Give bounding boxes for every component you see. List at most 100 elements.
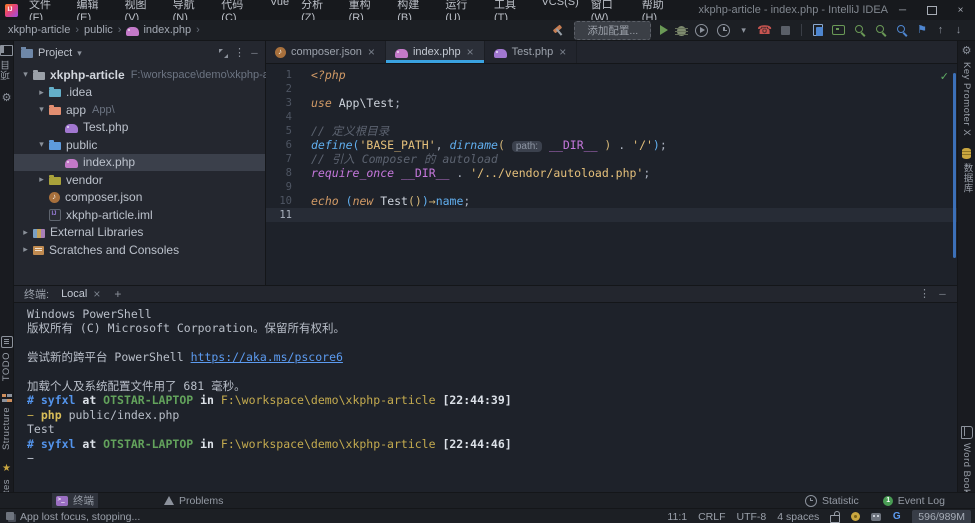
close-icon[interactable]	[92, 288, 101, 301]
code-editor[interactable]: composer.jsonindex.phpTest.php 1<?php23u…	[266, 41, 957, 285]
breadcrumb-item[interactable]: public	[84, 24, 113, 36]
panel-options-icon[interactable]	[234, 47, 245, 60]
line-separator[interactable]: CRLF	[698, 511, 725, 523]
caret-down-icon[interactable]	[739, 24, 748, 37]
tool-stripe-button[interactable]: Structure	[1, 393, 12, 450]
code-token: name	[436, 194, 464, 208]
maximize-button[interactable]	[917, 0, 946, 20]
status-message: App lost focus, stopping...	[20, 511, 140, 523]
code-token: 'BASE_PATH'	[359, 138, 435, 152]
terminal-line: 加载个人及系统配置文件用了 681 毫秒。	[27, 379, 957, 393]
new-terminal-icon[interactable]	[113, 288, 122, 301]
chevron-icon[interactable]: ▾	[36, 104, 47, 115]
code-text: <?php	[311, 68, 346, 82]
line-number: 10	[266, 194, 292, 208]
terminal-output[interactable]: Windows PowerShell版权所有 (C) Microsoft Cor…	[14, 303, 957, 465]
run-config-button[interactable]: 添加配置...	[574, 21, 651, 40]
minimize-button[interactable]: ─	[888, 0, 917, 20]
terminal-options-icon[interactable]	[919, 288, 930, 301]
right-stripe-bottom: Word Book	[958, 426, 975, 494]
stop-icon[interactable]	[781, 26, 790, 35]
tool-stripe-button[interactable]: 数据库	[960, 148, 974, 193]
chevron-icon[interactable]: ▸	[36, 174, 47, 185]
navigation-bar: xkphp-article›public›index.php› 添加配置...	[0, 20, 975, 41]
coverage-icon[interactable]	[695, 24, 708, 37]
hide-panel-icon[interactable]	[250, 47, 259, 60]
chevron-icon[interactable]: ▸	[20, 244, 31, 255]
memory-indicator[interactable]: 596/989M	[912, 510, 971, 523]
search-green-icon[interactable]	[854, 24, 866, 36]
tree-item[interactable]: ▾appApp\	[14, 101, 265, 119]
tree-item[interactable]: ▾xkphp-articleF:\workspace\demo\xkphp-ar…	[14, 66, 265, 84]
tool-stripe-button[interactable]: Key Promoter X	[961, 45, 972, 136]
hammer-icon[interactable]	[552, 24, 565, 37]
close-icon[interactable]	[558, 46, 567, 59]
tree-item[interactable]: Test.php	[14, 119, 265, 137]
close-icon[interactable]	[466, 46, 475, 59]
down-arrow-icon[interactable]	[954, 24, 963, 37]
tree-item[interactable]: composer.json	[14, 189, 265, 207]
disconnect-icon[interactable]	[757, 24, 772, 37]
editor-tab[interactable]: composer.json	[266, 41, 386, 63]
tool-stripe-button[interactable]: Word Book	[961, 426, 973, 494]
notification-icon[interactable]	[851, 512, 860, 521]
breadcrumb-item[interactable]: index.php	[126, 24, 191, 36]
tree-item[interactable]: ▸External Libraries	[14, 224, 265, 242]
search-blue-icon[interactable]	[896, 24, 908, 36]
event-log-button[interactable]: 1 Event Log	[879, 495, 949, 507]
caret-position[interactable]: 11:1	[667, 511, 687, 523]
window-title: xkphp-article - index.php - IntelliJ IDE…	[698, 4, 888, 16]
replace-green-icon[interactable]	[875, 24, 887, 36]
code-area[interactable]: 1<?php23use App\Test;45// 定义根目录6define('…	[266, 64, 957, 222]
preview-icon[interactable]	[832, 25, 845, 35]
close-icon[interactable]	[367, 46, 376, 59]
tree-item[interactable]: ▸vendor	[14, 171, 265, 189]
remote-agent-icon[interactable]	[871, 513, 881, 521]
editor-scrollbar[interactable]	[953, 73, 956, 258]
breadcrumb-item[interactable]: xkphp-article	[8, 24, 70, 36]
paste-icon[interactable]	[813, 24, 823, 36]
chevron-icon[interactable]: ▾	[20, 69, 31, 80]
translate-g-icon[interactable]	[892, 510, 901, 523]
terminal-tab-local[interactable]: Local	[57, 286, 105, 302]
close-button[interactable]: ×	[946, 0, 975, 20]
chevron-icon[interactable]: ▾	[36, 139, 47, 150]
tool-stripe-button[interactable]	[2, 92, 12, 105]
project-panel-title[interactable]: Project	[38, 47, 72, 59]
tree-item[interactable]: xkphp-article.iml	[14, 206, 265, 224]
profiler-icon[interactable]	[717, 24, 730, 37]
tree-item[interactable]: index.php	[14, 154, 265, 172]
editor-tab[interactable]: Test.php	[485, 41, 578, 63]
toolwindow-switcher-icon[interactable]	[6, 512, 14, 520]
terminal-link[interactable]: https://aka.ms/pscore6	[191, 350, 343, 364]
tree-item[interactable]: ▾public	[14, 136, 265, 154]
breadcrumb-label: index.php	[143, 24, 191, 36]
code-token: (	[346, 194, 353, 208]
toolwindow-problems-button[interactable]: Problems	[160, 493, 227, 508]
tool-stripe-button[interactable]: 项目	[0, 45, 14, 80]
statistic-button[interactable]: Statistic	[801, 495, 863, 507]
tree-item[interactable]: ▸.idea	[14, 84, 265, 102]
chevron-icon[interactable]: ▸	[36, 87, 47, 98]
up-arrow-icon[interactable]	[936, 24, 945, 37]
expand-panel-icon[interactable]	[218, 48, 229, 59]
toolwindow-terminal-button[interactable]: 终端	[52, 493, 98, 508]
inspections-ok-icon[interactable]	[940, 67, 949, 85]
editor-tab[interactable]: index.php	[386, 41, 485, 63]
tree-item-label: xkphp-article.iml	[66, 208, 153, 222]
code-token: ,	[436, 138, 450, 152]
chevron-icon[interactable]: ▸	[20, 227, 31, 238]
tree-item[interactable]: ▸Scratches and Consoles	[14, 241, 265, 259]
file-encoding[interactable]: UTF-8	[737, 511, 767, 523]
indent-setting[interactable]: 4 spaces	[777, 511, 819, 523]
chevron-down-icon[interactable]: ▾	[77, 48, 82, 59]
terminal-text: −	[27, 451, 34, 465]
hide-terminal-icon[interactable]	[938, 288, 947, 301]
tool-stripe-button[interactable]: TODO	[1, 336, 13, 381]
run-icon[interactable]	[660, 25, 668, 35]
lock-open-icon[interactable]	[830, 515, 840, 523]
tool-stripe-label: 项目	[0, 60, 14, 80]
code-line: 3use App\Test;	[266, 96, 957, 110]
bookmark-icon[interactable]	[917, 24, 927, 37]
debug-icon[interactable]	[677, 26, 686, 36]
